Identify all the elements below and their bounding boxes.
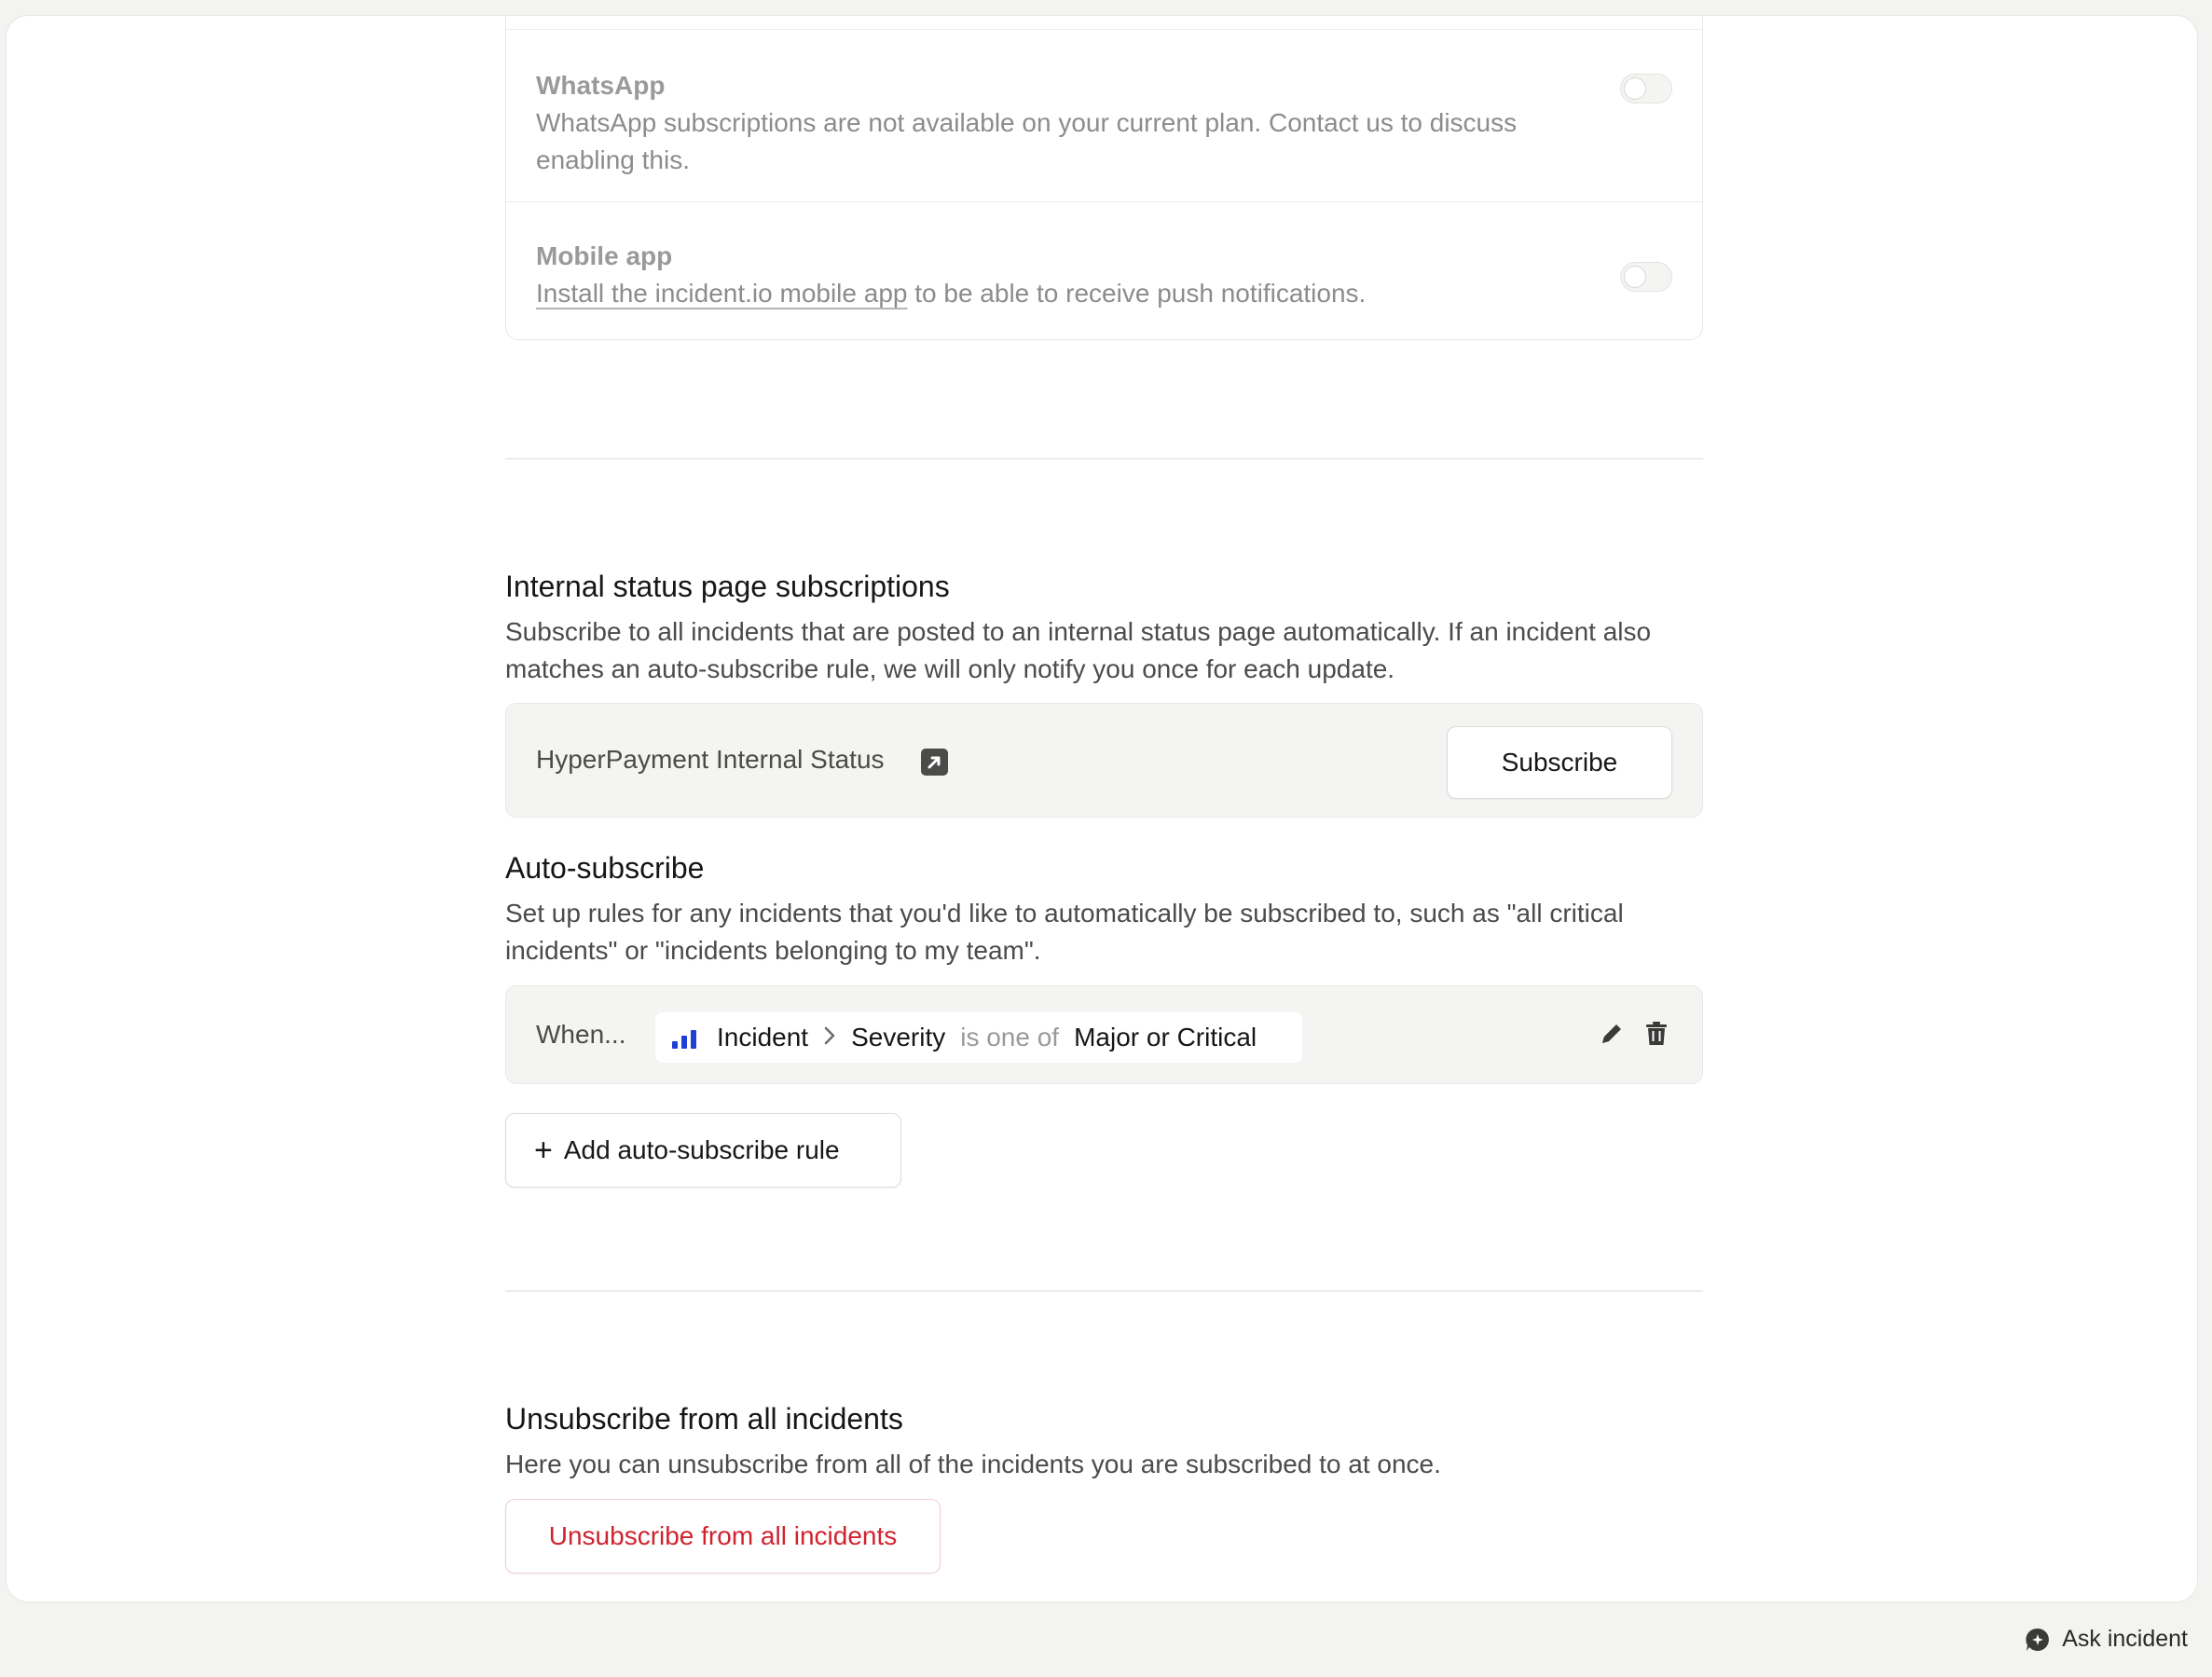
internal-status-title: Internal status page subscriptions — [505, 570, 950, 603]
chevron-right-icon — [823, 1023, 836, 1052]
rule-value: Major or Critical — [1074, 1023, 1257, 1052]
whatsapp-description: WhatsApp subscriptions are not available… — [536, 108, 1518, 174]
add-auto-subscribe-rule-button[interactable]: + Add auto-subscribe rule — [505, 1113, 901, 1188]
section-divider — [505, 1290, 1703, 1292]
rule-condition-chip: Incident Severity is one of Major or Cri… — [655, 1012, 1302, 1063]
unsubscribe-description: Here you can unsubscribe from all of the… — [505, 1450, 1441, 1478]
chat-sparkle-icon — [2026, 1628, 2050, 1651]
ask-incident-button[interactable]: Ask incident — [2025, 1626, 2188, 1653]
rule-entity: Incident — [717, 1023, 809, 1052]
rule-operator: is one of — [960, 1023, 1060, 1052]
mobile-app-description: Install the incident.io mobile app to be… — [536, 275, 1599, 312]
mobile-app-toggle[interactable] — [1620, 262, 1672, 292]
internal-status-description: Subscribe to all incidents that are post… — [505, 617, 1652, 683]
add-rule-label: Add auto-subscribe rule — [563, 1135, 840, 1164]
unsubscribe-title: Unsubscribe from all incidents — [505, 1402, 903, 1436]
pencil-icon[interactable] — [1598, 1020, 1626, 1048]
auto-subscribe-rule: When... Incident Severity is one of Majo… — [505, 985, 1703, 1084]
plus-icon: + — [534, 1133, 553, 1168]
ask-incident-label: Ask incident — [2062, 1626, 2188, 1652]
status-page-name: HyperPayment Internal Status — [536, 745, 885, 774]
mobile-app-description-rest: to be able to receive push notifications… — [907, 279, 1367, 308]
channel-row-mobile-app: Mobile app Install the incident.io mobil… — [506, 202, 1702, 340]
rule-when-label: When... — [536, 1020, 626, 1049]
external-link-icon[interactable] — [921, 749, 948, 776]
notification-channels-card: WhatsApp WhatsApp subscriptions are not … — [505, 16, 1703, 340]
auto-subscribe-title: Auto-subscribe — [505, 851, 705, 885]
whatsapp-title: WhatsApp — [536, 71, 666, 100]
toggle-knob — [1624, 266, 1646, 288]
rule-actions — [1598, 1020, 1670, 1048]
auto-subscribe-description: Set up rules for any incidents that you'… — [505, 899, 1624, 965]
whatsapp-toggle[interactable] — [1620, 74, 1672, 103]
internal-status-page-row: HyperPayment Internal Status Subscribe — [505, 703, 1703, 818]
mobile-app-title: Mobile app — [536, 241, 673, 270]
trash-icon[interactable] — [1642, 1020, 1670, 1048]
toggle-knob — [1624, 77, 1646, 100]
severity-icon — [672, 1024, 698, 1051]
unsubscribe-all-button[interactable]: Unsubscribe from all incidents — [505, 1499, 941, 1574]
section-divider — [505, 458, 1703, 460]
channel-row-previous — [506, 16, 1702, 30]
rule-field: Severity — [851, 1023, 946, 1052]
subscribe-button[interactable]: Subscribe — [1447, 726, 1672, 799]
settings-panel: WhatsApp WhatsApp subscriptions are not … — [6, 15, 2198, 1602]
channel-row-whatsapp: WhatsApp WhatsApp subscriptions are not … — [506, 30, 1702, 202]
install-mobile-app-link[interactable]: Install the incident.io mobile app — [536, 279, 907, 308]
